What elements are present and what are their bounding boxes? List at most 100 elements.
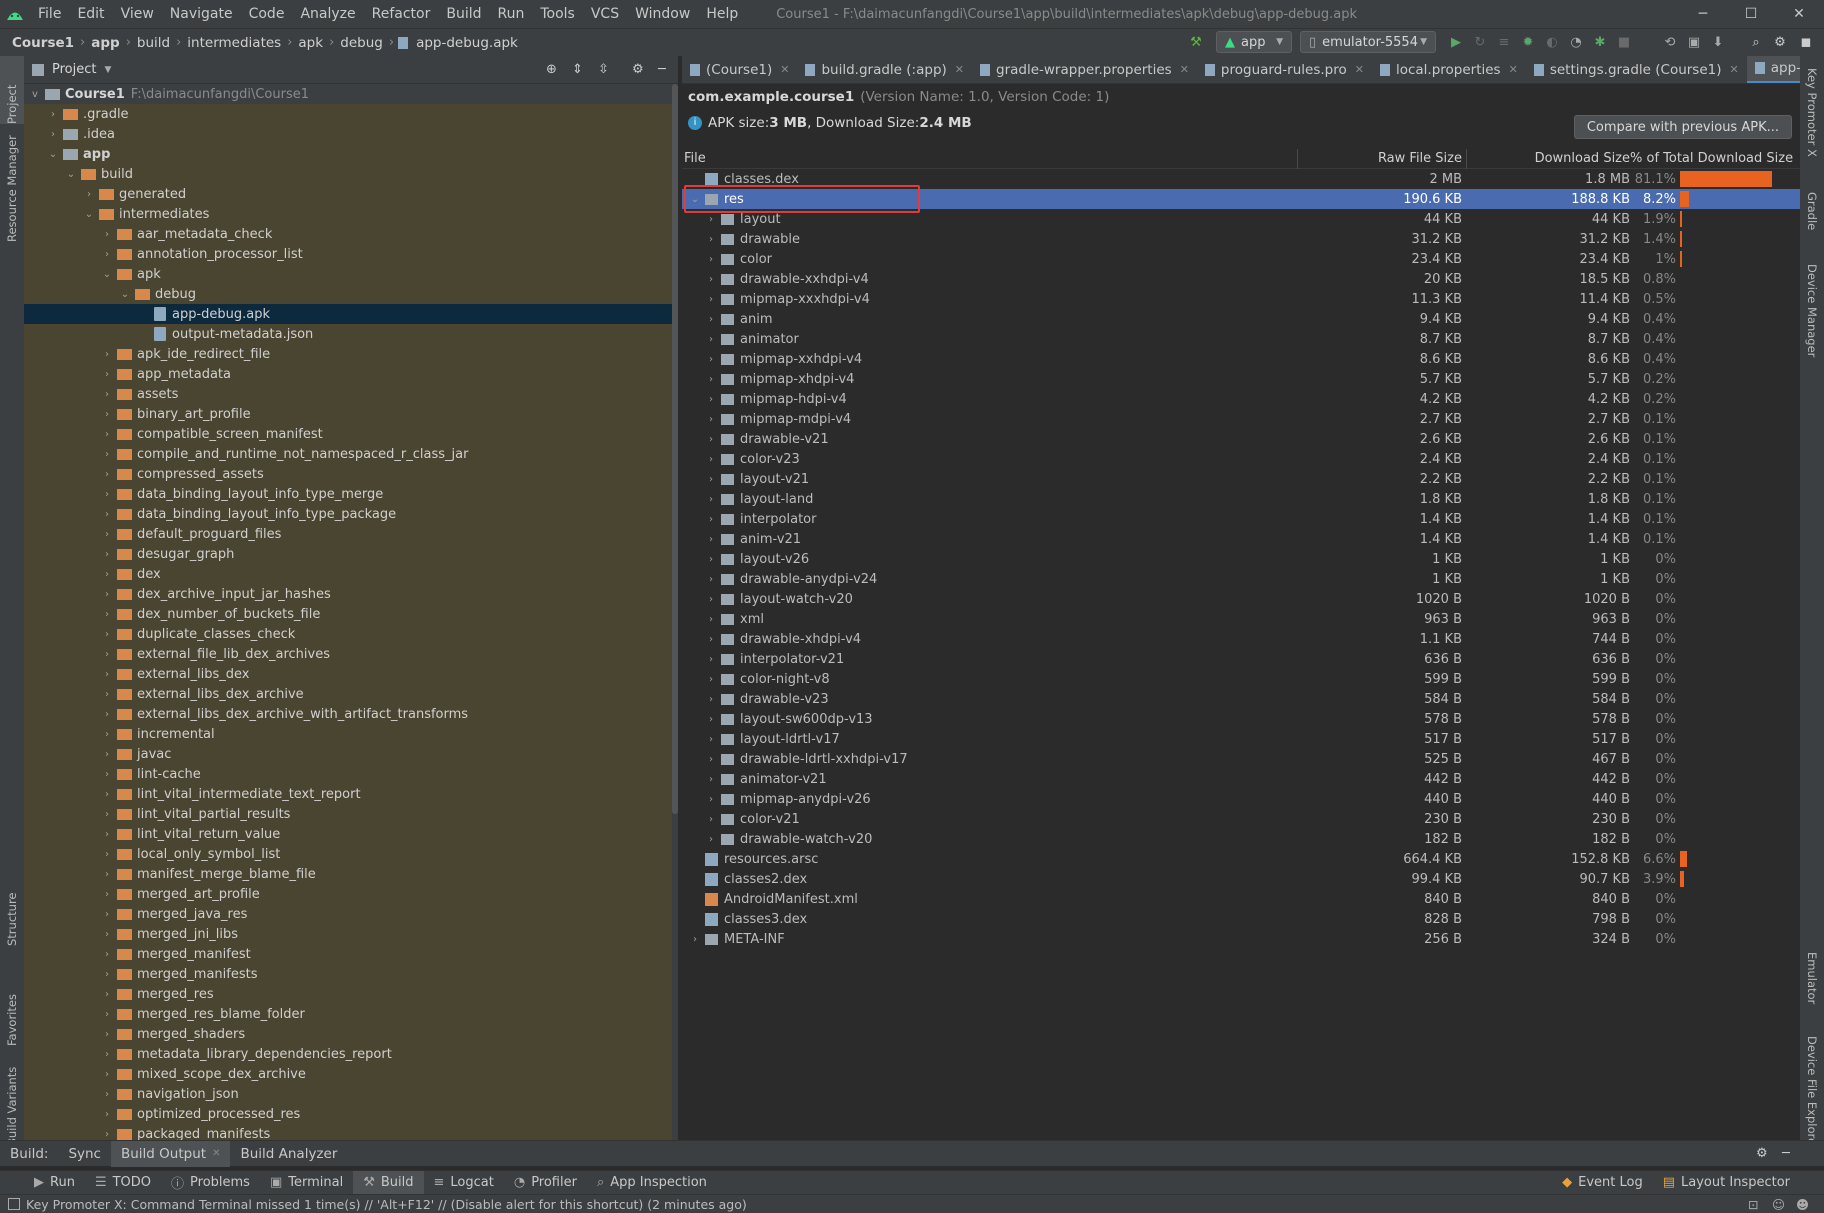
gear-icon[interactable]: ⚙: [1756, 1146, 1768, 1161]
menu-navigate[interactable]: Navigate: [162, 6, 241, 22]
tool-window-todo[interactable]: ☰ TODO: [85, 1171, 161, 1195]
tool-window-profiler[interactable]: ◔ Profiler: [504, 1171, 587, 1195]
chevron-right-icon[interactable]: ›: [704, 234, 718, 245]
table-row[interactable]: AndroidManifest.xml 840 B 840 B 0%: [682, 889, 1800, 909]
tree-row-binary-art-profile[interactable]: › binary_art_profile: [24, 404, 672, 424]
chevron-right-icon[interactable]: ›: [100, 909, 114, 920]
chevron-right-icon[interactable]: ›: [46, 129, 60, 140]
header-file[interactable]: File: [684, 151, 706, 166]
chevron-right-icon[interactable]: ›: [704, 594, 718, 605]
table-row[interactable]: › anim 9.4 KB 9.4 KB 0.4%: [682, 309, 1800, 329]
tree-row-external-libs-dex[interactable]: › external_libs_dex: [24, 664, 672, 684]
tab-build-analyzer[interactable]: Build Analyzer: [230, 1141, 347, 1167]
table-row[interactable]: › animator-v21 442 B 442 B 0%: [682, 769, 1800, 789]
chevron-right-icon[interactable]: ›: [704, 514, 718, 525]
tree-row-intermediates[interactable]: ⌄ intermediates: [24, 204, 672, 224]
minimize-icon[interactable]: ─: [1680, 0, 1726, 28]
table-row[interactable]: › drawable-v21 2.6 KB 2.6 KB 0.1%: [682, 429, 1800, 449]
chevron-right-icon[interactable]: ›: [100, 369, 114, 380]
table-row[interactable]: › layout-land 1.8 KB 1.8 KB 0.1%: [682, 489, 1800, 509]
table-row[interactable]: › layout-ldrtl-v17 517 B 517 B 0%: [682, 729, 1800, 749]
table-row[interactable]: › layout-v21 2.2 KB 2.2 KB 0.1%: [682, 469, 1800, 489]
table-row[interactable]: › layout 44 KB 44 KB 1.9%: [682, 209, 1800, 229]
smiley-icon[interactable]: ☺: [1772, 1197, 1785, 1212]
chevron-right-icon[interactable]: ›: [704, 694, 718, 705]
chevron-right-icon[interactable]: ›: [100, 249, 114, 260]
menu-run[interactable]: Run: [490, 6, 533, 22]
account-icon[interactable]: ◼: [1796, 31, 1816, 53]
resource-manager-tool-button[interactable]: Resource Manager: [5, 135, 19, 242]
device-file-explorer-tool-button[interactable]: Device File Explorer: [1805, 1036, 1819, 1150]
tool-window-build[interactable]: ⚒ Build: [353, 1170, 424, 1195]
chevron-right-icon[interactable]: ›: [704, 214, 718, 225]
chevron-right-icon[interactable]: ›: [100, 789, 114, 800]
tree-row-app-metadata[interactable]: › app_metadata: [24, 364, 672, 384]
chevron-down-icon[interactable]: v: [28, 89, 42, 100]
chevron-down-icon[interactable]: ⌄: [100, 269, 114, 280]
chevron-right-icon[interactable]: ›: [46, 109, 60, 120]
tree-row-lint-vital-intermediate-text-report[interactable]: › lint_vital_intermediate_text_report: [24, 784, 672, 804]
compare-apk-button[interactable]: Compare with previous APK...: [1573, 115, 1792, 139]
tree-row-gradle[interactable]: › .gradle: [24, 104, 672, 124]
tree-row-external-libs-dex-archive-with-artifact-transforms[interactable]: › external_libs_dex_archive_with_artifact…: [24, 704, 672, 724]
run-icon[interactable]: ▶: [1446, 31, 1466, 53]
table-row[interactable]: › mipmap-xxxhdpi-v4 11.3 KB 11.4 KB 0.5%: [682, 289, 1800, 309]
chevron-right-icon[interactable]: ›: [704, 414, 718, 425]
tree-row-duplicate-classes-check[interactable]: › duplicate_classes_check: [24, 624, 672, 644]
breadcrumb-app[interactable]: app: [85, 35, 125, 51]
tool-window-event-log[interactable]: ◆ Event Log: [1552, 1171, 1653, 1195]
close-icon[interactable]: ✕: [1509, 63, 1518, 76]
chevron-right-icon[interactable]: ›: [100, 709, 114, 720]
close-icon[interactable]: ✕: [1730, 63, 1739, 76]
chevron-right-icon[interactable]: ›: [100, 829, 114, 840]
table-row[interactable]: › layout-sw600dp-v13 578 B 578 B 0%: [682, 709, 1800, 729]
table-row[interactable]: › mipmap-hdpi-v4 4.2 KB 4.2 KB 0.2%: [682, 389, 1800, 409]
chevron-right-icon[interactable]: ›: [100, 549, 114, 560]
tree-row-aar-metadata-check[interactable]: › aar_metadata_check: [24, 224, 672, 244]
chevron-down-icon[interactable]: ⌄: [118, 289, 132, 300]
chevron-down-icon[interactable]: ⌄: [46, 149, 60, 160]
menu-refactor[interactable]: Refactor: [364, 6, 439, 22]
table-row[interactable]: › color-v21 230 B 230 B 0%: [682, 809, 1800, 829]
chevron-right-icon[interactable]: ›: [100, 529, 114, 540]
tree-row-merged-art-profile[interactable]: › merged_art_profile: [24, 884, 672, 904]
status-toggle-icon[interactable]: [8, 1198, 20, 1210]
tree-row-merged-jni-libs[interactable]: › merged_jni_libs: [24, 924, 672, 944]
header-download-size[interactable]: Download Size: [1472, 151, 1630, 166]
table-row[interactable]: › META-INF 256 B 324 B 0%: [682, 929, 1800, 949]
tab-app-debug-apk[interactable]: app-debug.apk✕: [1746, 56, 1800, 83]
tree-row-merged-manifest[interactable]: › merged_manifest: [24, 944, 672, 964]
table-row[interactable]: › color 23.4 KB 23.4 KB 1%: [682, 249, 1800, 269]
chevron-right-icon[interactable]: ›: [704, 394, 718, 405]
chevron-right-icon[interactable]: ›: [704, 654, 718, 665]
menu-file[interactable]: File: [30, 6, 69, 22]
tree-row-annotation-processor-list[interactable]: › annotation_processor_list: [24, 244, 672, 264]
project-scrollbar[interactable]: [672, 84, 678, 814]
chevron-right-icon[interactable]: ›: [100, 1129, 114, 1140]
close-icon[interactable]: ✕: [212, 1148, 220, 1159]
chevron-right-icon[interactable]: ›: [100, 1089, 114, 1100]
chevron-right-icon[interactable]: ›: [704, 434, 718, 445]
chevron-right-icon[interactable]: ›: [100, 969, 114, 980]
tree-row-optimized-processed-res[interactable]: › optimized_processed_res: [24, 1104, 672, 1124]
tree-row-app[interactable]: ⌄ app: [24, 144, 672, 164]
chevron-right-icon[interactable]: ›: [100, 349, 114, 360]
tree-row-compile-and-runtime-not-namespaced-r-class-jar[interactable]: › compile_and_runtime_not_namespaced_r_cl…: [24, 444, 672, 464]
tree-row-generated[interactable]: › generated: [24, 184, 672, 204]
tree-row-data-binding-layout-info-type-merge[interactable]: › data_binding_layout_info_type_merge: [24, 484, 672, 504]
chevron-right-icon[interactable]: ›: [100, 769, 114, 780]
device-manager-tool-button[interactable]: Device Manager: [1805, 264, 1819, 357]
chevron-right-icon[interactable]: ›: [704, 474, 718, 485]
menu-code[interactable]: Code: [241, 6, 293, 22]
chevron-right-icon[interactable]: ›: [704, 774, 718, 785]
chevron-right-icon[interactable]: ›: [100, 749, 114, 760]
tree-row-lint-cache[interactable]: › lint-cache: [24, 764, 672, 784]
close-icon[interactable]: ✕: [780, 63, 789, 76]
tab-settings-gradle-course1[interactable]: settings.gradle (Course1) ✕: [1526, 56, 1747, 83]
tree-row-merged-shaders[interactable]: › merged_shaders: [24, 1024, 672, 1044]
table-row[interactable]: › drawable-v23 584 B 584 B 0%: [682, 689, 1800, 709]
chevron-right-icon[interactable]: ›: [100, 669, 114, 680]
table-row[interactable]: › drawable-xhdpi-v4 1.1 KB 744 B 0%: [682, 629, 1800, 649]
sync-gradle-icon[interactable]: ⟲: [1660, 31, 1680, 53]
chevron-right-icon[interactable]: ›: [100, 1069, 114, 1080]
